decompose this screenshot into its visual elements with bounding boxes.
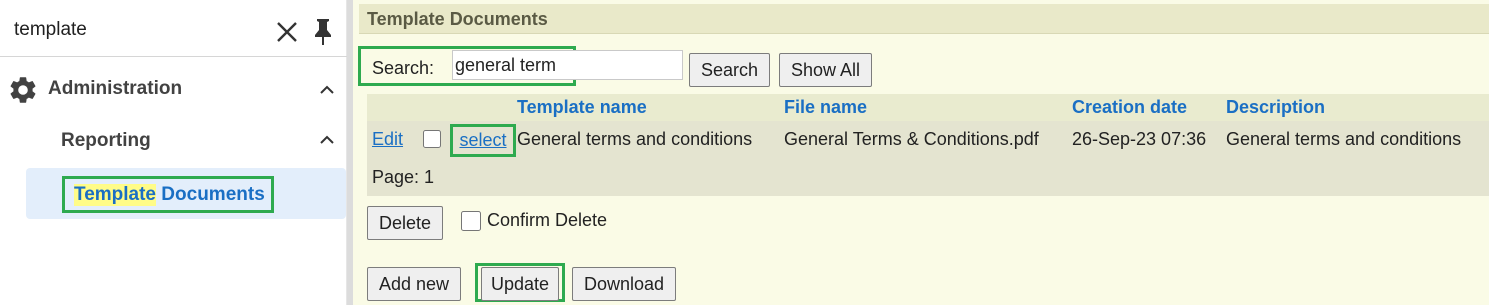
column-header-file-name[interactable]: File name <box>784 97 867 118</box>
search-button[interactable]: Search <box>689 53 771 87</box>
close-icon[interactable] <box>272 17 302 47</box>
cell-file-name: General Terms & Conditions.pdf <box>784 129 1039 149</box>
sidebar-item-label-rest: Documents <box>156 183 265 205</box>
column-header-creation-date[interactable]: Creation date <box>1072 97 1187 118</box>
cell-creation-date: 26-Sep-23 07:36 <box>1072 129 1207 149</box>
update-button[interactable]: Update <box>481 267 559 301</box>
select-link[interactable]: select <box>459 130 506 151</box>
show-all-button[interactable]: Show All <box>779 53 873 87</box>
sidebar-section-label: Administration <box>48 78 183 99</box>
sidebar-item-template-documents[interactable]: Template Documents <box>26 168 346 219</box>
page-title: Template Documents <box>367 9 548 29</box>
sidebar-search <box>0 0 347 57</box>
chevron-up-icon[interactable] <box>318 131 336 149</box>
sidebar-item-label: Reporting <box>61 130 151 151</box>
table-header: Template name File name Creation date De… <box>367 94 1489 121</box>
search-input[interactable] <box>452 50 683 80</box>
confirm-delete-checkbox[interactable] <box>461 210 481 231</box>
sidebar-item-reporting[interactable]: Reporting <box>0 118 347 164</box>
confirm-delete: Confirm Delete <box>461 210 607 231</box>
table-pager: Page: 1 <box>367 159 1489 196</box>
table-row: Edit select General terms and conditions… <box>367 121 1489 159</box>
gear-icon <box>10 77 36 103</box>
download-button[interactable]: Download <box>572 267 677 301</box>
select-link-wrapper: select <box>450 124 516 157</box>
search-label: Search: <box>372 58 435 78</box>
edit-link[interactable]: Edit <box>372 129 403 150</box>
cell-template-name: General terms and conditions <box>517 129 753 149</box>
column-header-description[interactable]: Description <box>1226 97 1325 118</box>
chevron-up-icon[interactable] <box>318 81 336 99</box>
row-checkbox[interactable] <box>423 130 441 148</box>
confirm-delete-label: Confirm Delete <box>487 210 608 230</box>
sidebar-section-administration[interactable]: Administration <box>0 64 347 114</box>
delete-button[interactable]: Delete <box>367 206 444 240</box>
column-header-template-name[interactable]: Template name <box>517 97 647 118</box>
cell-description: General terms and conditions <box>1226 129 1462 149</box>
search-match-highlight: Template <box>74 183 157 206</box>
sidebar-search-input[interactable] <box>12 14 262 46</box>
add-new-button[interactable]: Add new <box>367 267 462 301</box>
panel-header: Template Documents <box>359 4 1489 34</box>
sidebar-item-label: Template Documents <box>62 176 274 213</box>
main-panel: Template Documents Search: Search Show A… <box>353 0 1489 305</box>
page-indicator: Page: 1 <box>372 167 435 187</box>
sidebar: Administration Reporting Template Docume… <box>0 0 347 305</box>
pin-icon[interactable] <box>308 17 338 47</box>
